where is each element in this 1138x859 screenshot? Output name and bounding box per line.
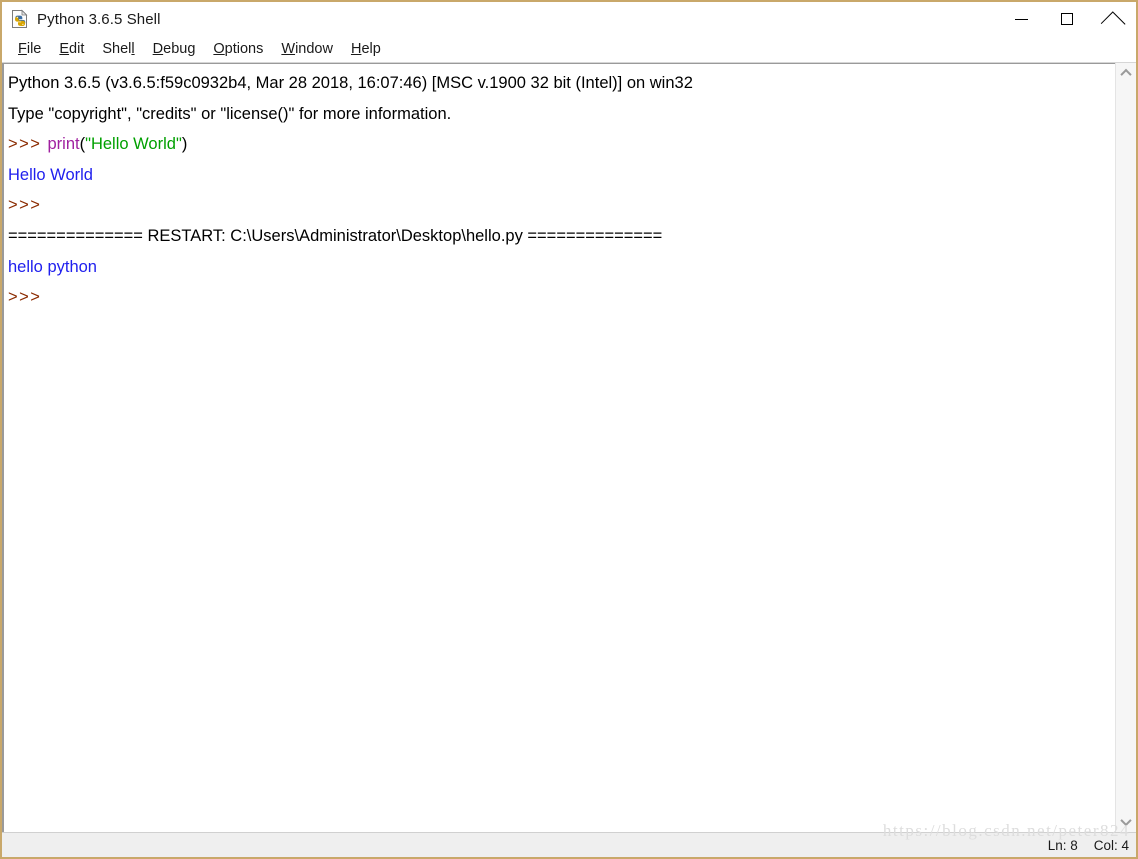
restart-separator-line: ============== RESTART: C:\Users\Adminis… xyxy=(8,221,1115,252)
shell-token: ============== RESTART: C:\Users\Adminis… xyxy=(8,226,663,245)
shell-token: print xyxy=(47,135,80,154)
status-column-indicator: Col: 4 xyxy=(1093,837,1129,853)
shell-area: Python 3.6.5 (v3.6.5:f59c0932b4, Mar 28 … xyxy=(2,63,1136,832)
chevron-up-icon xyxy=(1120,68,1132,81)
status-line-indicator: Ln: 8 xyxy=(1047,837,1078,853)
title-bar[interactable]: Python 3.6.5 Shell xyxy=(2,2,1136,36)
menu-item-shell[interactable]: Shell xyxy=(93,39,143,59)
prompt-line-empty-1: >>> xyxy=(8,190,1115,221)
maximize-icon xyxy=(1061,13,1073,25)
menu-item-debug[interactable]: Debug xyxy=(144,39,205,59)
vertical-scrollbar[interactable] xyxy=(1115,63,1136,832)
prompt-line-empty-2: >>> xyxy=(8,282,1115,313)
menu-item-help[interactable]: Help xyxy=(342,39,390,59)
idle-shell-window: Python 3.6.5 Shell File Edit Shell Debug… xyxy=(0,0,1138,859)
scroll-down-button[interactable] xyxy=(1116,812,1137,832)
shell-token: >>> xyxy=(8,135,48,154)
menu-item-file[interactable]: File xyxy=(9,39,50,59)
output-line-hello-world: Hello World xyxy=(8,160,1115,191)
python-file-icon xyxy=(10,9,30,29)
shell-token: Type "copyright", "credits" or "license(… xyxy=(8,104,452,123)
shell-token: Python 3.6.5 (v3.6.5:f59c0932b4, Mar 28 … xyxy=(8,74,693,92)
window-controls xyxy=(998,2,1136,36)
shell-token: "Hello World" xyxy=(85,135,182,154)
scroll-up-button[interactable] xyxy=(1116,63,1137,83)
shell-output: Python 3.6.5 (v3.6.5:f59c0932b4, Mar 28 … xyxy=(8,68,1115,313)
menu-item-options[interactable]: Options xyxy=(204,39,272,59)
close-button[interactable] xyxy=(1090,2,1136,36)
scrollbar-track[interactable] xyxy=(1116,83,1137,812)
menu-item-window[interactable]: Window xyxy=(272,39,342,59)
menu-bar: File Edit Shell Debug Options Window Hel… xyxy=(2,36,1136,63)
output-line-hello-python: hello python xyxy=(8,252,1115,283)
shell-token: ) xyxy=(181,135,188,154)
shell-text-area[interactable]: Python 3.6.5 (v3.6.5:f59c0932b4, Mar 28 … xyxy=(2,63,1115,832)
input-line-print: >>> print("Hello World") xyxy=(8,129,1115,160)
banner-version-line: Python 3.6.5 (v3.6.5:f59c0932b4, Mar 28 … xyxy=(8,68,1115,99)
chevron-down-icon xyxy=(1120,814,1132,827)
menu-item-edit[interactable]: Edit xyxy=(50,39,93,59)
shell-token: >>> xyxy=(8,288,48,307)
minimize-icon xyxy=(1014,18,1028,20)
window-title: Python 3.6.5 Shell xyxy=(37,10,161,28)
shell-token: >>> xyxy=(8,196,48,215)
status-bar: Ln: 8 Col: 4 xyxy=(2,832,1136,857)
shell-token: Hello World xyxy=(8,165,93,184)
close-icon xyxy=(1106,12,1120,26)
shell-token: hello python xyxy=(8,257,97,276)
minimize-button[interactable] xyxy=(998,2,1044,36)
banner-help-line: Type "copyright", "credits" or "license(… xyxy=(8,99,1115,130)
maximize-button[interactable] xyxy=(1044,2,1090,36)
